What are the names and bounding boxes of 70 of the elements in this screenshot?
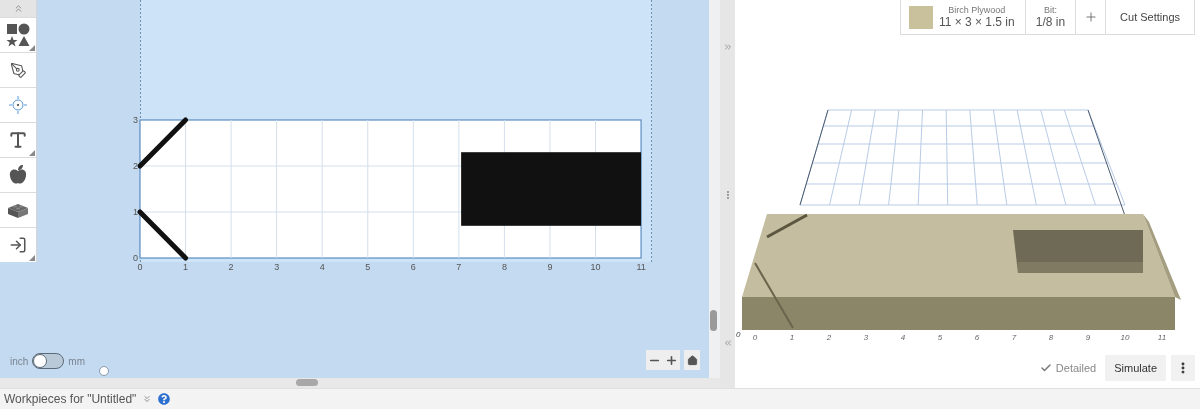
scrollbar-thumb[interactable] xyxy=(710,310,717,331)
horizontal-scrollbar[interactable] xyxy=(0,378,720,388)
axis-tick-label: 3 xyxy=(133,115,138,125)
axis-tick-label: 5 xyxy=(937,333,943,342)
bit-button[interactable]: Bit: 1/8 in xyxy=(1035,5,1066,29)
brick-icon xyxy=(8,202,28,218)
axis-tick-label: 5 xyxy=(365,262,371,272)
pocket-shape[interactable] xyxy=(461,152,642,226)
tool-button[interactable] xyxy=(0,122,36,157)
shapes-icon xyxy=(6,23,30,47)
more-button[interactable] xyxy=(1171,355,1195,381)
pen-tool-icon xyxy=(9,61,27,79)
axis-tick-label: 4 xyxy=(319,262,325,272)
crosshair-icon xyxy=(9,96,27,114)
chevrons-left-icon xyxy=(722,338,733,348)
axis-tick-label: 10 xyxy=(590,262,601,272)
axis-tick-label: 10 xyxy=(1120,333,1130,342)
axis-tick-label: 11 xyxy=(1157,333,1167,342)
import-icon xyxy=(9,236,27,254)
expand-button[interactable] xyxy=(722,42,733,52)
axis-tick-label: 9 xyxy=(547,262,553,272)
axis-tick-label: 2 xyxy=(826,333,832,342)
help-icon[interactable] xyxy=(158,393,171,405)
unit-toggle[interactable] xyxy=(32,353,65,369)
axis-tick-label: 4 xyxy=(900,333,906,342)
home-button[interactable] xyxy=(684,350,700,370)
axis-tick-label: 2 xyxy=(133,161,138,171)
axis-tick-label: 8 xyxy=(501,262,507,272)
axis-tick-label: 1 xyxy=(133,207,138,217)
detailed-label: Detailed xyxy=(1055,362,1097,374)
axis-tick-label: 8 xyxy=(1048,333,1054,342)
plus-icon xyxy=(1083,10,1098,24)
plus-icon xyxy=(665,353,678,367)
circle-handle[interactable] xyxy=(99,366,109,376)
axis-tick-label: 2 xyxy=(228,262,234,272)
home-icon xyxy=(686,354,698,366)
cut-settings-button[interactable]: Cut Settings xyxy=(1105,0,1194,34)
material-swatch xyxy=(908,5,933,29)
vertical-scrollbar[interactable] xyxy=(709,0,720,378)
axis-tick-label: 3 xyxy=(274,262,280,272)
chevrons-down-icon[interactable] xyxy=(142,394,153,404)
axis-tick-label: 11 xyxy=(636,262,646,272)
axis-tick-label: 6 xyxy=(974,333,980,342)
collapse-button[interactable] xyxy=(722,338,733,348)
chevrons-right-icon xyxy=(722,42,733,52)
axis-tick-label: 0 xyxy=(752,333,758,342)
unit-label: mm xyxy=(68,355,86,367)
cut-line[interactable] xyxy=(137,117,189,169)
design-canvas[interactable]: 0 1 2 3 4 5 6 7 8 9 10 11 3 2 1 0 inch mm xyxy=(0,0,709,378)
tool-button[interactable] xyxy=(0,17,36,52)
material-button[interactable]: Birch Plywood 11 × 3 × 1.5 in xyxy=(938,5,1015,29)
simulate-button[interactable]: Simulate xyxy=(1105,355,1166,381)
axis-tick-label: 1 xyxy=(183,262,189,272)
text-tool-icon xyxy=(8,130,28,150)
axis-tick-label: 6 xyxy=(410,262,416,272)
axis-tick-label: 0 xyxy=(133,253,138,263)
axis-tick-label: 1 xyxy=(789,333,795,342)
axis-tick-label: 0 xyxy=(137,262,143,272)
axis-tick-label: 0 xyxy=(736,330,741,339)
axis-tick-label: 7 xyxy=(1011,333,1017,342)
detailed-option[interactable]: Detailed xyxy=(1039,362,1097,374)
workpieces-title: Workpieces for "Untitled" xyxy=(4,392,137,406)
axis-tick-label: 3 xyxy=(863,333,869,342)
apple-icon xyxy=(9,165,27,185)
axis-tick-label: 7 xyxy=(456,262,462,272)
axis-tick-label: 9 xyxy=(1085,333,1091,342)
tool-button[interactable] xyxy=(0,227,36,262)
unit-label: inch xyxy=(10,355,29,367)
scrollbar-thumb[interactable] xyxy=(296,379,318,386)
cut-line[interactable] xyxy=(137,209,189,261)
